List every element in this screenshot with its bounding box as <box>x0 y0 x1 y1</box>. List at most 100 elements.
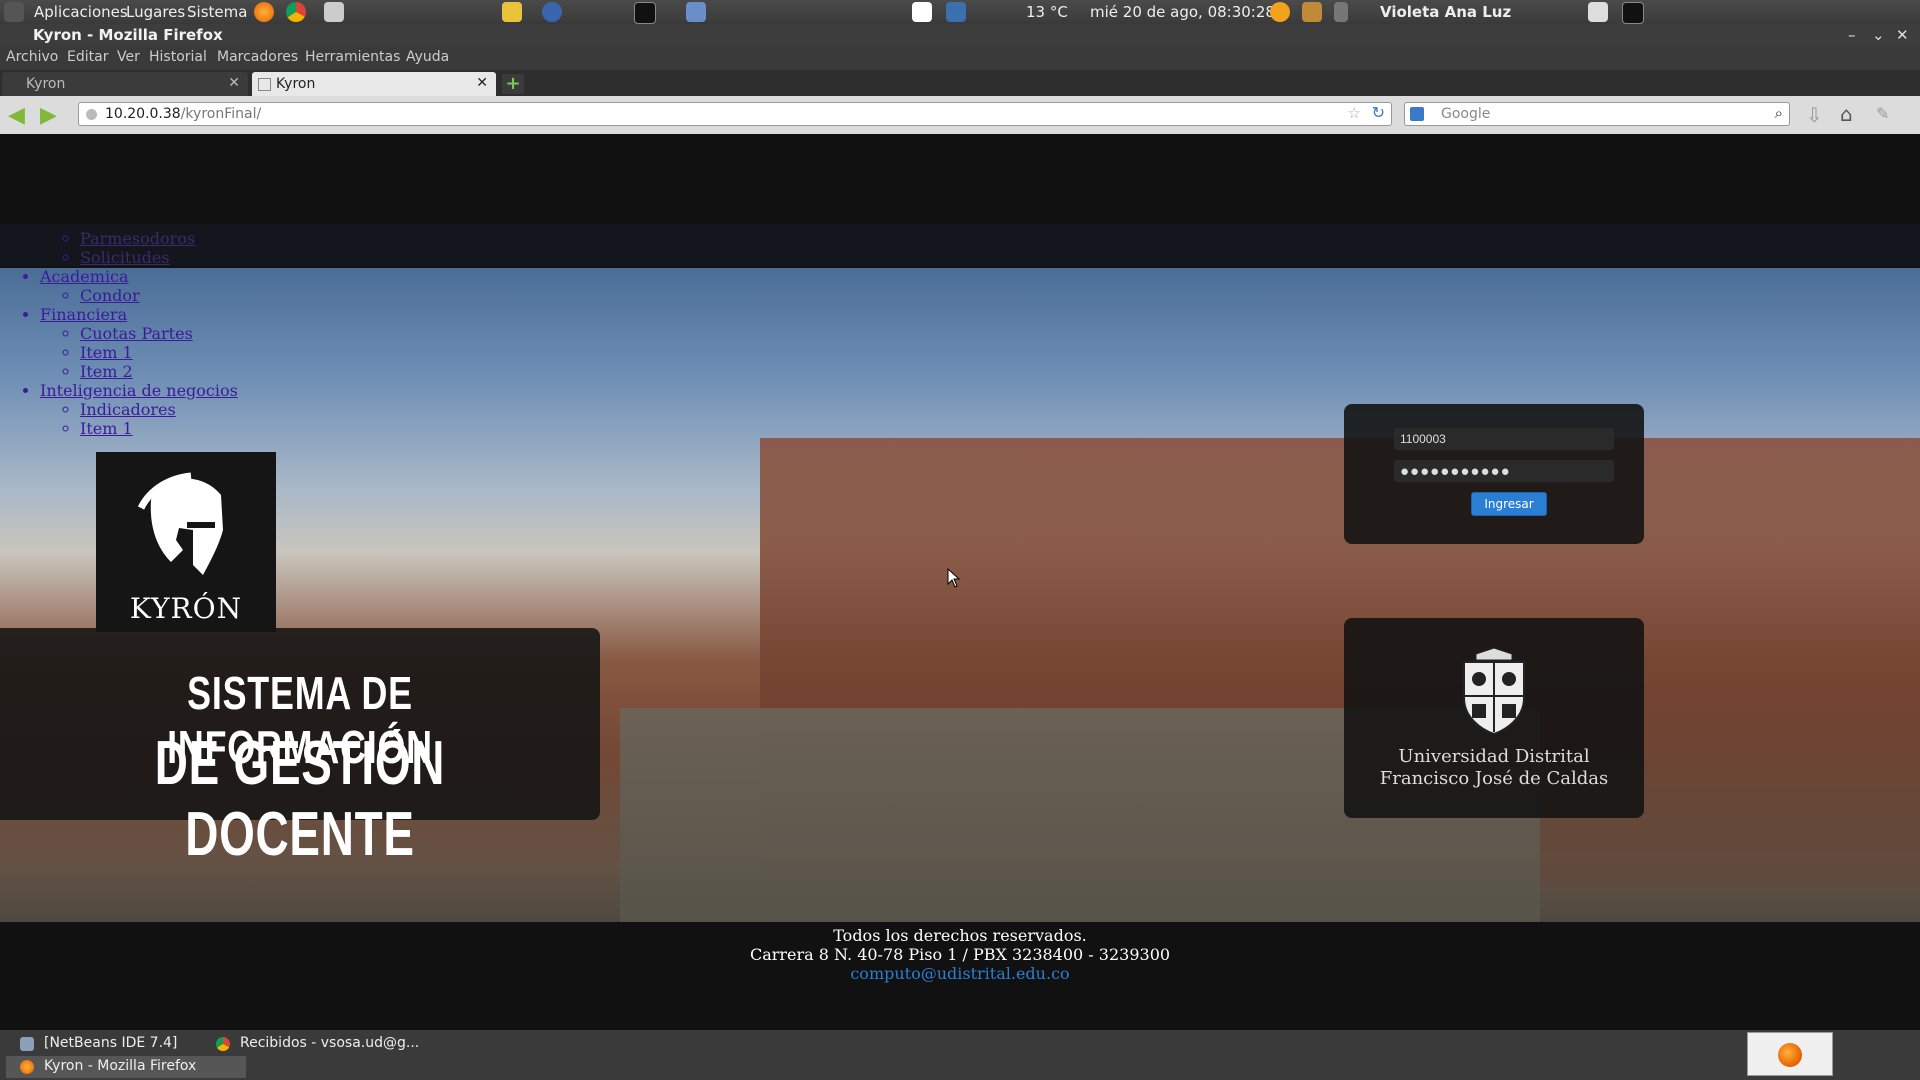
mail-launcher-icon[interactable] <box>324 2 344 22</box>
university-name-line1: Universidad Distrital <box>1398 746 1590 767</box>
user-name[interactable]: Violeta Ana Luz <box>1380 3 1511 21</box>
chrome-launcher-icon[interactable] <box>286 2 306 22</box>
monitor-icon[interactable] <box>1588 2 1608 22</box>
terminal-icon[interactable] <box>1622 2 1644 24</box>
nav-link-item-2[interactable]: Item 2 <box>80 362 133 381</box>
nav-link-indicadores[interactable]: Indicadores <box>80 400 176 419</box>
taskbar: [NetBeans IDE 7.4] Recibidos - vsosa.ud@… <box>0 1030 1920 1080</box>
menu-overlay <box>0 224 1920 266</box>
menu-marcadores[interactable]: Marcadores <box>217 49 298 65</box>
tab-label: Kyron <box>26 76 66 92</box>
navigation-toolbar: ◀ ▶ 10.20.0.38/kyronFinal/ ☆ ↻ Google ⌕ … <box>0 96 1920 134</box>
menu-editar[interactable]: Editar <box>67 49 108 65</box>
search-engine-icon[interactable] <box>1410 107 1424 121</box>
footer-rights: Todos los derechos reservados. <box>833 926 1087 945</box>
reload-icon[interactable]: ↻ <box>1372 103 1385 122</box>
system-title-panel: SISTEMA DE INFORMACIÓN DE GESTIÓN DOCENT… <box>0 628 600 869</box>
close-tab-icon[interactable]: ✕ <box>228 75 240 91</box>
spartan-helmet-icon <box>137 472 223 575</box>
forward-icon[interactable]: ▶ <box>40 103 57 128</box>
nav-link-item-1-bi[interactable]: Item 1 <box>80 419 133 438</box>
terminal-launcher-icon[interactable] <box>634 2 656 24</box>
weather-readout[interactable]: 13 °C <box>1026 3 1068 21</box>
nav-link-condor[interactable]: Condor <box>80 286 140 305</box>
nav-link-cuotas-partes[interactable]: Cuotas Partes <box>80 324 193 343</box>
close-tab-icon[interactable]: ✕ <box>476 75 488 91</box>
username-field[interactable] <box>1394 428 1614 450</box>
nav-link-inteligencia[interactable]: Inteligencia de negocios <box>40 381 238 400</box>
page-footer: Todos los derechos reservados. Carrera 8… <box>0 922 1920 1030</box>
panel-menu-places[interactable]: Lugares <box>126 3 185 21</box>
url-bar[interactable]: 10.20.0.38/kyronFinal/ ☆ ↻ <box>78 102 1392 126</box>
update-launcher-icon[interactable] <box>542 2 562 22</box>
volume-icon[interactable] <box>1334 2 1348 22</box>
site-identity-icon[interactable] <box>86 109 97 120</box>
bookmark-star-icon[interactable]: ☆ <box>1348 104 1361 122</box>
new-tab-button[interactable]: + <box>502 74 524 94</box>
virtualbox-launcher-icon[interactable] <box>686 2 706 22</box>
search-bar[interactable]: Google ⌕ <box>1404 102 1790 126</box>
notes-launcher-icon[interactable] <box>502 2 522 22</box>
firefox-icon <box>20 1060 34 1074</box>
task-label: Kyron - Mozilla Firefox <box>44 1058 197 1074</box>
kyron-logo: KYRÓN <box>96 452 276 632</box>
task-firefox[interactable]: Kyron - Mozilla Firefox <box>6 1056 246 1078</box>
logo-wordmark: KYRÓN <box>129 592 243 625</box>
back-icon[interactable]: ◀ <box>8 103 25 128</box>
panel-menu-system[interactable]: Sistema <box>187 3 247 21</box>
task-netbeans[interactable]: [NetBeans IDE 7.4] <box>6 1033 206 1055</box>
weather-sun-icon <box>1270 2 1290 22</box>
menu-herramientas[interactable]: Herramientas <box>305 49 400 65</box>
print-icon[interactable] <box>1302 2 1322 22</box>
panel-menu-applications[interactable]: Aplicaciones <box>34 3 128 21</box>
netbeans-icon <box>20 1037 34 1051</box>
close-window-icon[interactable]: ✕ <box>1896 26 1909 44</box>
university-name-line2: Francisco José de Caldas <box>1379 768 1609 789</box>
nav-link-financiera[interactable]: Financiera <box>40 305 127 324</box>
network-icon[interactable] <box>946 2 966 22</box>
window-titlebar[interactable]: Kyron - Mozilla Firefox – ⌄ ✕ <box>0 24 1920 46</box>
nav-link-academica[interactable]: Academica <box>40 267 129 286</box>
minimize-icon[interactable]: – <box>1848 26 1856 44</box>
clock[interactable]: mié 20 de ago, 08:30:28 <box>1090 3 1275 21</box>
search-icon[interactable]: ⌕ <box>1775 104 1783 122</box>
system-panel: Aplicaciones Lugares Sistema 13 °C mié 2… <box>0 0 1920 24</box>
nav-link-item-1[interactable]: Item 1 <box>80 343 133 362</box>
home-icon[interactable]: ⌂ <box>1840 102 1853 126</box>
task-label: Recibidos - vsosa.ud@g... <box>240 1035 420 1051</box>
firefox-icon <box>1778 1043 1802 1067</box>
workspace-switcher[interactable] <box>1747 1032 1833 1076</box>
maximize-icon[interactable]: ⌄ <box>1872 26 1885 44</box>
tab-kyron-2[interactable]: Kyron ✕ <box>252 72 496 96</box>
window-title: Kyron - Mozilla Firefox <box>33 26 223 44</box>
menu-historial[interactable]: Historial <box>149 49 207 65</box>
university-panel: Universidad Distrital Francisco José de … <box>1344 618 1644 818</box>
footer-address: Carrera 8 N. 40-78 Piso 1 / PBX 3238400 … <box>749 945 1171 964</box>
document-launcher-icon[interactable] <box>912 2 932 22</box>
nav-link-solicitudes[interactable]: Solicitudes <box>80 248 170 267</box>
url-path: /kyronFinal/ <box>180 106 262 122</box>
page-header-strip <box>0 134 1920 224</box>
firefox-launcher-icon[interactable] <box>254 2 274 22</box>
downloads-icon[interactable]: ⇩ <box>1806 103 1823 127</box>
computer-icon[interactable] <box>4 2 24 22</box>
menu-ayuda[interactable]: Ayuda <box>406 49 449 65</box>
tools-icon[interactable]: ✎ <box>1876 104 1889 123</box>
web-page: Parmesodoros Solicitudes Academica Condo… <box>0 134 1920 1030</box>
university-crest-icon <box>1463 648 1525 736</box>
system-title-line2: DE GESTIÓN DOCENTE <box>154 729 446 869</box>
nav-link-parmesodoros[interactable]: Parmesodoros <box>80 229 195 248</box>
search-placeholder: Google <box>1441 106 1491 122</box>
task-label: [NetBeans IDE 7.4] <box>44 1035 178 1051</box>
task-mail[interactable]: Recibidos - vsosa.ud@g... <box>202 1033 442 1055</box>
login-button[interactable]: Ingresar <box>1471 492 1547 516</box>
chrome-icon <box>216 1037 230 1051</box>
login-form: Ingresar <box>1344 404 1644 544</box>
tab-kyron-1[interactable]: Kyron ✕ <box>2 72 248 96</box>
page-icon <box>258 78 271 91</box>
menu-ver[interactable]: Ver <box>117 49 140 65</box>
site-navigation: Parmesodoros Solicitudes Academica Condo… <box>0 229 238 438</box>
footer-email-link[interactable]: computo@udistrital.edu.co <box>850 964 1069 983</box>
password-field[interactable] <box>1394 460 1614 482</box>
menu-archivo[interactable]: Archivo <box>6 49 58 65</box>
